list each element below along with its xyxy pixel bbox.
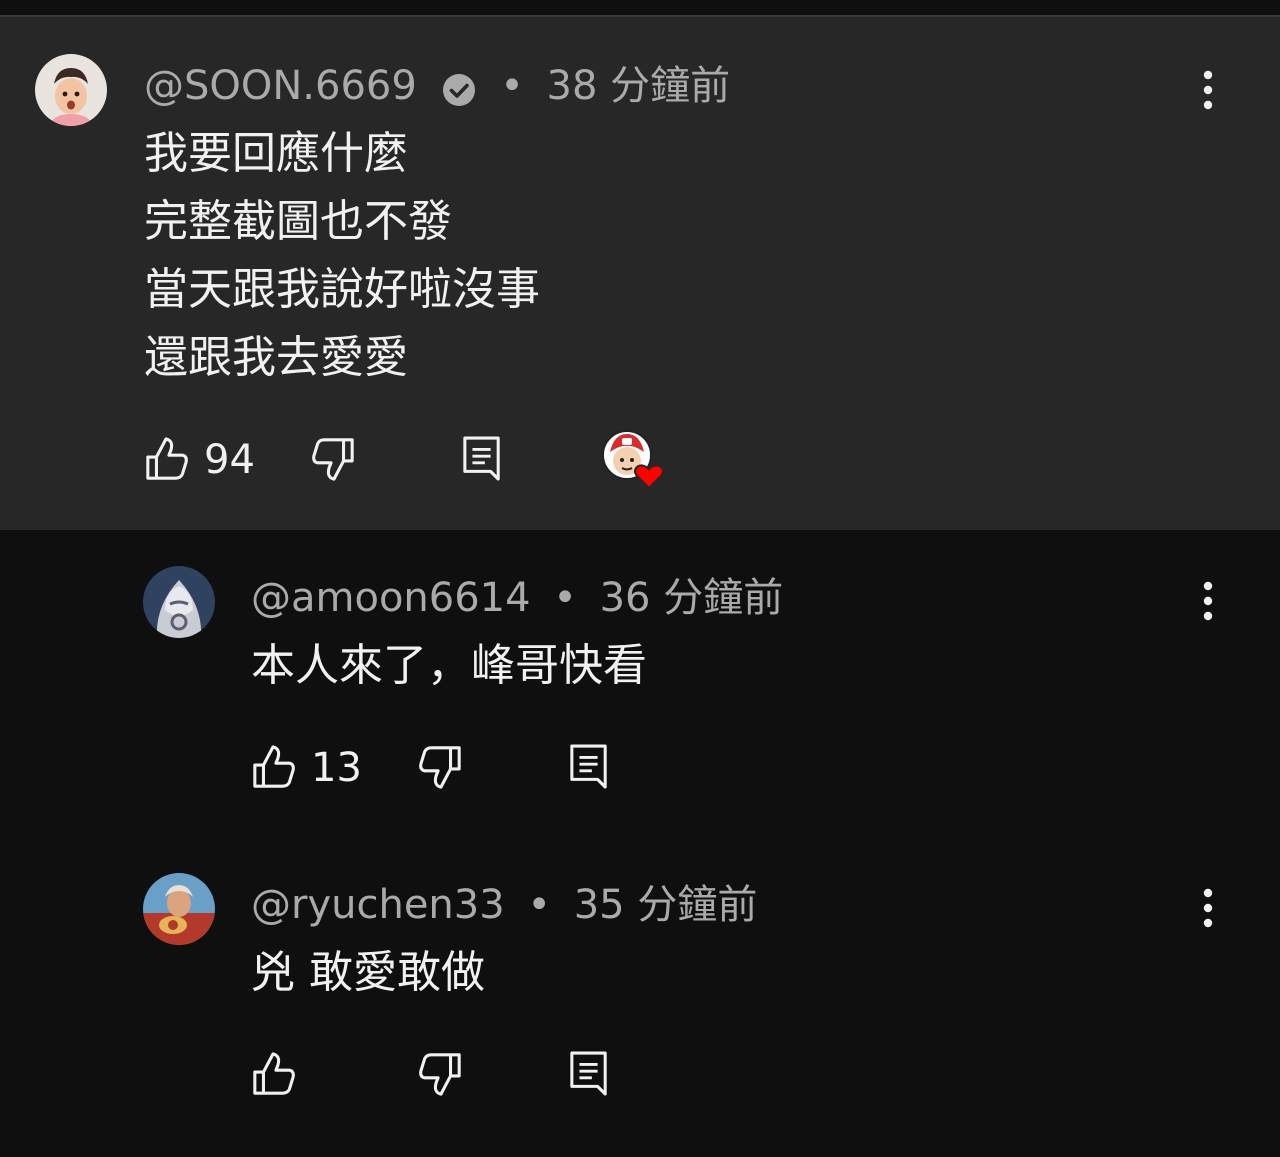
- comment-body: 本人來了，峰哥快看: [251, 632, 647, 700]
- thumb-up-icon: [253, 1052, 295, 1095]
- reply-icon: [570, 1051, 607, 1096]
- comment-actions: 13: [251, 742, 671, 794]
- comment-line: 本人來了，峰哥快看: [251, 640, 647, 691]
- dislike-button[interactable]: [417, 742, 463, 794]
- dislike-button[interactable]: [310, 434, 356, 486]
- separator-dot: •: [553, 575, 577, 621]
- thumb-up-icon: [253, 745, 295, 788]
- dislike-button[interactable]: [417, 1049, 463, 1101]
- comment-actions: [251, 1049, 671, 1101]
- creator-heart: [602, 430, 664, 492]
- like-button[interactable]: [144, 434, 190, 486]
- thumb-down-icon: [312, 438, 354, 481]
- separator-dot: •: [527, 882, 551, 928]
- comment-line: 我要回應什麼: [144, 128, 408, 179]
- verified-check-icon: [442, 69, 476, 106]
- like-button[interactable]: [251, 1049, 297, 1101]
- top-bar: [0, 0, 1280, 16]
- more-vertical-icon[interactable]: [1198, 580, 1218, 624]
- comment-actions: 94: [144, 430, 704, 490]
- reply-button[interactable]: [569, 1049, 609, 1101]
- like-count: 94: [204, 437, 255, 483]
- author-handle[interactable]: @amoon6614: [251, 573, 531, 623]
- author-handle[interactable]: @ryuchen33: [251, 880, 505, 930]
- like-button[interactable]: [251, 742, 297, 794]
- more-vertical-icon[interactable]: [1198, 69, 1218, 113]
- reply-button[interactable]: [569, 742, 609, 794]
- comment-line: 當天跟我說好啦沒事: [144, 264, 540, 315]
- comment-line: 還跟我去愛愛: [144, 332, 408, 383]
- like-count: 13: [311, 745, 362, 791]
- more-vertical-icon[interactable]: [1198, 887, 1218, 931]
- thumb-down-icon: [419, 746, 461, 789]
- comment-line: 兇 敢愛敢做: [251, 947, 485, 998]
- comment-time[interactable]: 38 分鐘前: [547, 61, 731, 111]
- comment-header: @ryuchen33 • 35 分鐘前: [251, 878, 757, 928]
- comment-time[interactable]: 36 分鐘前: [600, 573, 784, 623]
- comment-body: 兇 敢愛敢做: [251, 939, 485, 1007]
- comment-time[interactable]: 35 分鐘前: [574, 880, 758, 930]
- separator-dot: •: [500, 63, 524, 109]
- comment-body: 我要回應什麼 完整截圖也不發 當天跟我說好啦沒事 還跟我去愛愛: [144, 120, 540, 392]
- comment-line: 完整截圖也不發: [144, 196, 452, 247]
- avatar[interactable]: [35, 54, 107, 126]
- comment-header: @amoon6614 • 36 分鐘前: [251, 571, 783, 621]
- thumb-down-icon: [419, 1053, 461, 1096]
- reply-icon: [463, 436, 500, 481]
- reply-button[interactable]: [462, 434, 502, 486]
- reply-icon: [570, 744, 607, 789]
- avatar[interactable]: [143, 873, 215, 945]
- comment-header: @SOON.6669 • 38 分鐘前: [144, 59, 730, 109]
- author-handle[interactable]: @SOON.6669: [144, 61, 417, 111]
- avatar[interactable]: [143, 566, 215, 638]
- thumb-up-icon: [146, 437, 188, 480]
- creator-heart-icon: [634, 464, 664, 490]
